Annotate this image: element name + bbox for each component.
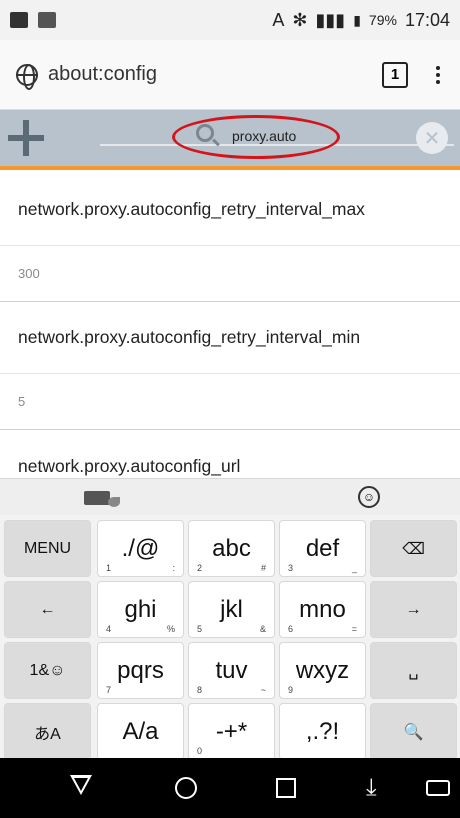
- recents-icon[interactable]: [276, 778, 296, 798]
- menu-kebab-icon[interactable]: [432, 65, 444, 84]
- key-sub-label: #: [260, 563, 266, 573]
- gallery-icon: [10, 12, 28, 28]
- key-sub-label: 3: [288, 563, 294, 573]
- pref-name[interactable]: network.proxy.autoconfig_retry_interval_…: [0, 302, 460, 374]
- emoji-icon[interactable]: ☺: [358, 486, 380, 508]
- key[interactable]: tuv 8 ~: [188, 642, 275, 699]
- key[interactable]: pqrs 7: [97, 642, 184, 699]
- key-sub-label: _: [351, 563, 357, 573]
- input-mode-icon: A: [272, 9, 285, 30]
- key-sub-label: 1: [106, 563, 112, 573]
- key-sub-label: 5: [197, 624, 203, 634]
- search-input[interactable]: proxy.auto: [232, 128, 296, 144]
- key-label: mno: [299, 595, 346, 623]
- key[interactable]: ./@ 1:: [97, 520, 184, 577]
- back-icon[interactable]: [70, 775, 92, 795]
- pref-value[interactable]: 300: [0, 246, 460, 302]
- key[interactable]: あA: [4, 703, 91, 760]
- key[interactable]: 🔍: [370, 703, 457, 760]
- pref-name[interactable]: network.proxy.autoconfig_retry_interval_…: [0, 174, 460, 246]
- key-sub-label: 4: [106, 624, 112, 634]
- battery-percent: 79%: [368, 12, 397, 28]
- key-label: ⌫: [402, 540, 425, 558]
- key[interactable]: A/a: [97, 703, 184, 760]
- wifi-icon: [38, 12, 56, 28]
- signal-icon: ▮▮▮: [315, 9, 346, 30]
- bluetooth-icon: ✻: [292, 9, 308, 30]
- key[interactable]: -+* 0: [188, 703, 275, 760]
- key[interactable]: 1&☺: [4, 642, 91, 699]
- key-label: -+*: [215, 717, 248, 745]
- key-label: ␣: [408, 662, 419, 680]
- key[interactable]: →: [370, 581, 457, 638]
- home-icon[interactable]: [175, 777, 197, 799]
- key[interactable]: mno 6 =: [279, 581, 366, 638]
- navigation-bar: ⤓: [0, 758, 460, 818]
- key[interactable]: ␣: [370, 642, 457, 699]
- status-bar: A ✻ ▮▮▮ ▮ 79% 17:04: [0, 0, 460, 40]
- key-label: 🔍: [403, 723, 424, 741]
- key-label: ,.?!: [305, 717, 340, 745]
- key-label: 1&☺: [29, 661, 66, 679]
- key[interactable]: wxyz 9: [279, 642, 366, 699]
- key-sub-label: 8: [197, 685, 203, 695]
- keyboard-keys: MENU ./@ 1: abc 2 # def 3 _ ⌫ ← ghi 4% jkl 5 & mno 6 = → 1&☺…: [0, 515, 460, 760]
- key-label: あA: [34, 725, 61, 743]
- key-label: abc: [212, 534, 251, 562]
- key[interactable]: MENU: [4, 520, 91, 577]
- key-label: A/a: [122, 717, 159, 745]
- add-pref-plus-icon[interactable]: [8, 120, 44, 156]
- key-sub-label: 6: [288, 624, 294, 634]
- clock: 17:04: [404, 9, 450, 30]
- search-icon: [196, 124, 214, 142]
- key[interactable]: jkl 5 &: [188, 581, 275, 638]
- key[interactable]: ghi 4%: [97, 581, 184, 638]
- key-sub-label: 7: [106, 685, 112, 695]
- key-sub-label: %: [166, 624, 175, 634]
- key-label: def: [305, 534, 340, 562]
- key-sub-label: :: [172, 563, 175, 573]
- key-sub-label: ~: [260, 685, 266, 695]
- battery-icon: ▮: [353, 11, 361, 28]
- key-label: tuv: [215, 656, 248, 684]
- key[interactable]: ⌫: [370, 520, 457, 577]
- hide-keyboard-icon[interactable]: ⤓: [366, 774, 377, 802]
- key-label: ghi: [124, 595, 157, 623]
- config-search-bar: proxy.auto ✕: [0, 110, 460, 170]
- key-sub-label: 0: [197, 746, 203, 756]
- key-sub-label: =: [351, 624, 357, 634]
- tabs-button[interactable]: 1: [382, 61, 408, 88]
- url-bar[interactable]: about:config 1: [0, 40, 460, 110]
- key-sub-label: &: [259, 624, 266, 634]
- key-sub-label: 9: [288, 685, 294, 695]
- clear-search-icon[interactable]: ✕: [416, 122, 448, 154]
- key-label: jkl: [220, 595, 243, 623]
- key[interactable]: abc 2 #: [188, 520, 275, 577]
- keyboard-toolbar: ☺: [0, 479, 460, 515]
- key[interactable]: def 3 _: [279, 520, 366, 577]
- key-label: MENU: [23, 539, 72, 557]
- key-label: ←: [39, 600, 56, 618]
- key[interactable]: ←: [4, 581, 91, 638]
- key-label: ./@: [121, 534, 160, 562]
- pref-value[interactable]: 5: [0, 374, 460, 430]
- key-label: →: [405, 600, 422, 618]
- key[interactable]: ,.?!: [279, 703, 366, 760]
- key-label: wxyz: [295, 656, 350, 684]
- soft-keyboard: ☺ MENU ./@ 1: abc 2 # def 3 _ ⌫ ← ghi 4% jkl 5 & mno 6 = → 1…: [0, 478, 460, 760]
- keyboard-settings-icon[interactable]: [84, 491, 120, 507]
- prefs-list: network.proxy.autoconfig_retry_interval_…: [0, 174, 460, 502]
- key-label: pqrs: [117, 656, 164, 684]
- tab-count: 1: [390, 66, 400, 83]
- globe-icon: [16, 63, 38, 90]
- keyboard-toggle-icon[interactable]: [426, 780, 450, 796]
- key-sub-label: 2: [197, 563, 203, 573]
- screen: A ✻ ▮▮▮ ▮ 79% 17:04 about:config 1 proxy…: [0, 0, 460, 818]
- url-text[interactable]: about:config: [48, 63, 157, 86]
